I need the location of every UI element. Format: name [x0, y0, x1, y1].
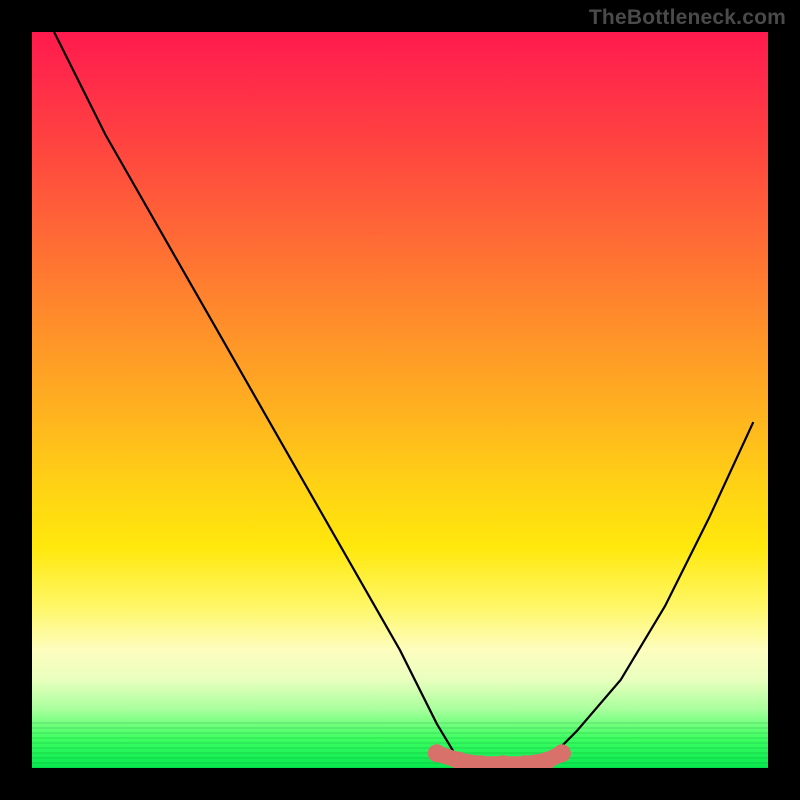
curve-layer — [32, 32, 768, 768]
curve-path — [54, 32, 753, 768]
plot-area — [32, 32, 768, 768]
optimal-marker-dot — [428, 744, 446, 762]
bottleneck-curve — [54, 32, 753, 768]
watermark-text: TheBottleneck.com — [589, 6, 786, 30]
optimal-marker — [428, 744, 571, 768]
chart-frame: TheBottleneck.com — [0, 0, 800, 800]
optimal-marker-dot — [553, 744, 571, 762]
